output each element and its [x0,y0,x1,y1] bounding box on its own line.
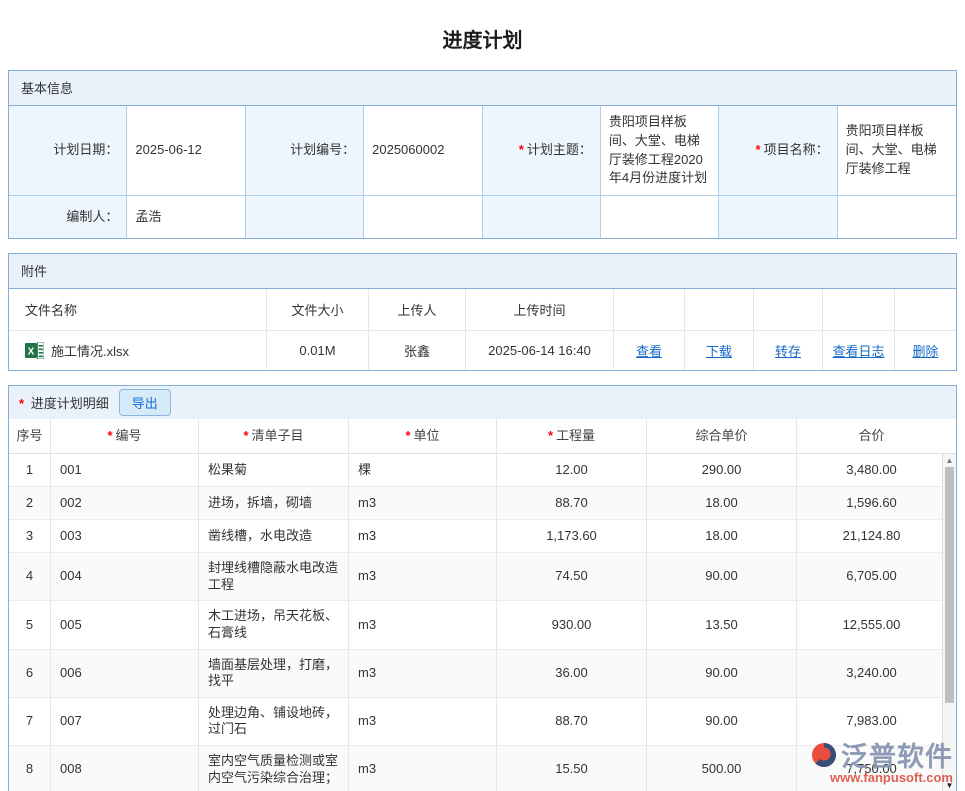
empty-header-cell [823,289,895,331]
view-link[interactable]: 查看 [636,341,662,360]
table-row[interactable]: 8 008 室内空气质量检测或室内空气污染综合治理； m3 15.50 500.… [9,746,956,791]
detail-table-body: 1 001 松果菊 棵 12.00 290.00 3,480.00 2 002 … [9,454,956,791]
export-button[interactable]: 导出 [119,389,171,416]
col-header-seq: 序号 [9,419,51,454]
uploader-header: 上传人 [369,289,466,331]
attachment-file-name[interactable]: 施工情况.xlsx [51,341,129,360]
file-size-header: 文件大小 [267,289,369,331]
table-row[interactable]: 3 003 凿线槽，水电改造 m3 1,173.60 18.00 21,124.… [9,520,956,553]
basic-info-panel: 基本信息 计划日期： 2025-06-12 计划编号： 2025060002 *… [8,70,957,239]
table-row[interactable]: 2 002 进场，拆墙，砌墙 m3 88.70 18.00 1,596.60 [9,487,956,520]
attachment-row: X 施工情况.xlsx 0.01M 张鑫 2025-06-14 16:40 查看… [9,331,956,370]
col-header-item: * 清单子目 [199,419,349,454]
required-asterisk: * [519,141,524,160]
table-row[interactable]: 4 004 封埋线槽隐蔽水电改造工程 m3 74.50 90.00 6,705.… [9,553,956,601]
upload-time-header: 上传时间 [466,289,614,331]
attachment-file-size: 0.01M [267,331,369,370]
excel-file-icon: X [25,342,44,359]
col-header-unit: * 单位 [349,419,497,454]
table-row[interactable]: 5 005 木工进场，吊天花板、石膏线 m3 930.00 13.50 12,5… [9,601,956,649]
download-link[interactable]: 下载 [706,341,732,360]
plan-subject-label: * 计划主题： [483,106,601,196]
col-header-qty: * 工程量 [497,419,647,454]
scrollbar-thumb[interactable] [945,467,954,703]
col-header-price: 综合单价 [647,419,797,454]
basic-info-section-title: 基本信息 [9,71,956,106]
attachment-uploader: 张鑫 [369,331,466,370]
detail-section-title: 进度计划明细 [31,396,109,411]
basic-info-row-1: 计划日期： 2025-06-12 计划编号： 2025060002 * 计划主题… [9,106,956,196]
plan-date-value[interactable]: 2025-06-12 [127,106,245,196]
attachments-panel: 附件 文件名称 文件大小 上传人 上传时间 X 施工情况.xlsx [8,253,957,371]
plan-number-value[interactable]: 2025060002 [364,106,482,196]
svg-text:X: X [28,347,35,358]
attachment-file-cell: X 施工情况.xlsx [9,331,267,370]
file-name-header: 文件名称 [9,289,267,331]
empty-header-cell [895,289,956,331]
creator-label: 编制人： [9,196,127,238]
plan-date-label: 计划日期： [9,106,127,196]
empty-header-cell [614,289,685,331]
attachments-header-row: 文件名称 文件大小 上传人 上传时间 [9,289,956,331]
empty-value-cell [364,196,482,238]
empty-label-cell [719,196,837,238]
page-title: 进度计划 [0,0,965,70]
detail-panel: * 进度计划明细 导出 序号 * 编号 * 清单子目 * 单位 * 工程量 综合… [8,385,957,791]
plan-number-label: 计划编号： [246,106,364,196]
table-row[interactable]: 7 007 处理边角、铺设地砖，过门石 m3 88.70 90.00 7,983… [9,698,956,746]
empty-label-cell [246,196,364,238]
required-asterisk: * [19,396,24,411]
empty-value-cell [838,196,956,238]
project-name-value[interactable]: 贵阳项目样板间、大堂、电梯厅装修工程 [838,106,956,196]
scroll-down-arrow[interactable]: ▼ [943,781,956,791]
plan-subject-value[interactable]: 贵阳项目样板间、大堂、电梯厅装修工程2020年4月份进度计划 [601,106,719,196]
creator-value[interactable]: 孟浩 [127,196,245,238]
empty-header-cell [754,289,823,331]
table-row[interactable]: 1 001 松果菊 棵 12.00 290.00 3,480.00 [9,454,956,487]
view-log-link[interactable]: 查看日志 [832,341,884,360]
detail-header-row: 序号 * 编号 * 清单子目 * 单位 * 工程量 综合单价 合价 [9,419,956,454]
attachment-upload-time: 2025-06-14 16:40 [466,331,614,370]
table-row[interactable]: 6 006 墙面基层处理，打磨，找平 m3 36.00 90.00 3,240.… [9,650,956,698]
scroll-up-arrow[interactable]: ▲ [943,456,956,466]
empty-label-cell [483,196,601,238]
col-header-code: * 编号 [51,419,199,454]
vertical-scrollbar[interactable]: ▲ ▼ [942,454,956,791]
transfer-link[interactable]: 转存 [775,341,801,360]
required-asterisk: * [756,141,761,160]
attachments-section-title: 附件 [9,254,956,289]
project-name-label: * 项目名称： [719,106,837,196]
empty-header-cell [685,289,754,331]
detail-section-bar: * 进度计划明细 导出 [9,386,956,419]
col-header-total: 合价 [797,419,956,454]
basic-info-row-2: 编制人： 孟浩 [9,196,956,238]
delete-link[interactable]: 删除 [912,341,938,360]
empty-value-cell [601,196,719,238]
